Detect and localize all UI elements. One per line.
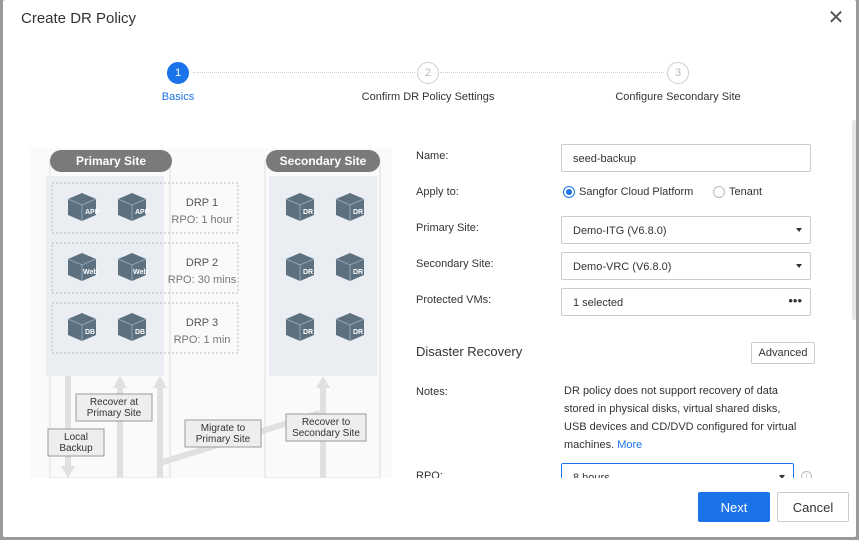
advanced-button[interactable]: Advanced bbox=[751, 342, 815, 364]
svg-text:DB: DB bbox=[135, 329, 145, 336]
server-icon: DR bbox=[285, 253, 315, 281]
radio-tenant[interactable]: Tenant bbox=[713, 186, 762, 198]
scrollbar[interactable] bbox=[852, 120, 856, 320]
radio-dot bbox=[563, 186, 575, 198]
more-options-icon[interactable]: ••• bbox=[788, 293, 802, 308]
step-label: Confirm DR Policy Settings bbox=[361, 91, 495, 103]
svg-text:APP: APP bbox=[135, 209, 150, 216]
primary-site-label: Primary Site: bbox=[416, 222, 479, 234]
svg-text:DB: DB bbox=[85, 329, 95, 336]
server-icon: DR bbox=[335, 253, 365, 281]
svg-text:DR: DR bbox=[353, 329, 363, 336]
primary-site-title: Primary Site bbox=[76, 154, 146, 168]
secondary-site-select[interactable]: Demo-VRC (V6.8.0) bbox=[561, 252, 811, 280]
secondary-site-title: Secondary Site bbox=[280, 154, 367, 168]
server-icon: DR bbox=[285, 313, 315, 341]
svg-text:Web: Web bbox=[83, 269, 98, 276]
drp-name: DRP 2 bbox=[186, 257, 218, 269]
close-icon[interactable]: ✕ bbox=[826, 8, 846, 28]
secondary-site-row: Secondary Site: Demo-VRC (V6.8.0) bbox=[416, 250, 816, 280]
step-basics: 1 Basics bbox=[78, 62, 278, 103]
primary-site-select[interactable]: Demo-ITG (V6.8.0) bbox=[561, 216, 811, 244]
protected-vms-row: Protected VMs: 1 selected ••• bbox=[416, 286, 816, 316]
recover-primary-label-2: Primary Site bbox=[87, 408, 142, 419]
local-backup-label-1: Local bbox=[64, 432, 88, 443]
stepper: 1 Basics 2 Confirm DR Policy Settings 3 … bbox=[3, 60, 856, 110]
primary-site-row: Primary Site: Demo-ITG (V6.8.0) bbox=[416, 214, 816, 244]
chevron-down-icon bbox=[796, 228, 802, 232]
step-label: Basics bbox=[161, 91, 195, 103]
select-value: Demo-VRC (V6.8.0) bbox=[573, 261, 672, 273]
server-icon: DB bbox=[67, 313, 97, 341]
dialog-footer: Next Cancel bbox=[3, 478, 856, 537]
drp-name: DRP 3 bbox=[186, 317, 218, 329]
protected-vms-field[interactable]: 1 selected ••• bbox=[561, 288, 811, 316]
notes-label: Notes: bbox=[416, 386, 448, 398]
recover-secondary-label-1: Recover to bbox=[302, 417, 351, 428]
chevron-down-icon bbox=[796, 264, 802, 268]
svg-text:DR: DR bbox=[303, 269, 313, 276]
more-link[interactable]: More bbox=[617, 439, 642, 451]
step-label: Configure Secondary Site bbox=[615, 91, 741, 103]
migrate-primary-label-2: Primary Site bbox=[196, 434, 251, 445]
disaster-recovery-heading: Disaster Recovery bbox=[416, 344, 523, 359]
secondary-site-label: Secondary Site: bbox=[416, 258, 494, 270]
recover-secondary-label-2: Secondary Site bbox=[292, 428, 360, 439]
apply-to-label: Apply to: bbox=[416, 186, 459, 198]
radio-dot bbox=[713, 186, 725, 198]
field-value: 1 selected bbox=[573, 297, 624, 309]
primary-site-area bbox=[46, 176, 164, 376]
radio-label: Sangfor Cloud Platform bbox=[579, 186, 694, 198]
select-value: Demo-ITG (V6.8.0) bbox=[573, 225, 667, 237]
step-configure-secondary: 3 Configure Secondary Site bbox=[578, 62, 778, 103]
svg-text:APP: APP bbox=[85, 209, 100, 216]
notes-body: DR policy does not support recovery of d… bbox=[564, 385, 797, 451]
protected-vms-label: Protected VMs: bbox=[416, 294, 492, 306]
dr-topology-illustration: Primary Site Secondary Site DRP 1 RPO: 1… bbox=[30, 148, 392, 478]
drp-name: DRP 1 bbox=[186, 197, 218, 209]
notes-text: DR policy does not support recovery of d… bbox=[564, 382, 804, 454]
apply-to-row: Apply to: Sangfor Cloud Platform Tenant bbox=[416, 178, 816, 208]
migrate-primary-label-1: Migrate to bbox=[201, 423, 246, 434]
server-icon: DB bbox=[117, 313, 147, 341]
create-dr-policy-dialog: Create DR Policy ✕ 1 Basics 2 Confirm DR… bbox=[3, 0, 856, 537]
recover-primary-label-1: Recover at bbox=[90, 397, 139, 408]
svg-text:DR: DR bbox=[303, 329, 313, 336]
drp-rpo: RPO: 30 mins bbox=[168, 274, 237, 286]
name-input[interactable]: seed-backup bbox=[561, 144, 811, 172]
step-confirm-settings: 2 Confirm DR Policy Settings bbox=[328, 62, 528, 103]
local-backup-label-2: Backup bbox=[59, 443, 93, 454]
radio-sangfor-cloud-platform[interactable]: Sangfor Cloud Platform bbox=[563, 186, 693, 198]
server-icon: DR bbox=[335, 193, 365, 221]
step-number: 3 bbox=[667, 62, 689, 84]
drp-rpo: RPO: 1 hour bbox=[171, 214, 232, 226]
server-icon: DR bbox=[285, 193, 315, 221]
svg-text:DR: DR bbox=[353, 209, 363, 216]
name-label: Name: bbox=[416, 150, 449, 162]
radio-label: Tenant bbox=[729, 186, 763, 198]
step-number: 1 bbox=[167, 62, 189, 84]
step-number: 2 bbox=[417, 62, 439, 84]
drp-rpo: RPO: 1 min bbox=[174, 334, 231, 346]
svg-text:DR: DR bbox=[353, 269, 363, 276]
cancel-button[interactable]: Cancel bbox=[777, 492, 849, 522]
svg-text:Web: Web bbox=[133, 269, 148, 276]
next-button[interactable]: Next bbox=[698, 492, 770, 522]
name-row: Name: seed-backup bbox=[416, 142, 816, 172]
svg-text:DR: DR bbox=[303, 209, 313, 216]
server-icon: DR bbox=[335, 313, 365, 341]
dialog-title: Create DR Policy bbox=[21, 10, 137, 27]
